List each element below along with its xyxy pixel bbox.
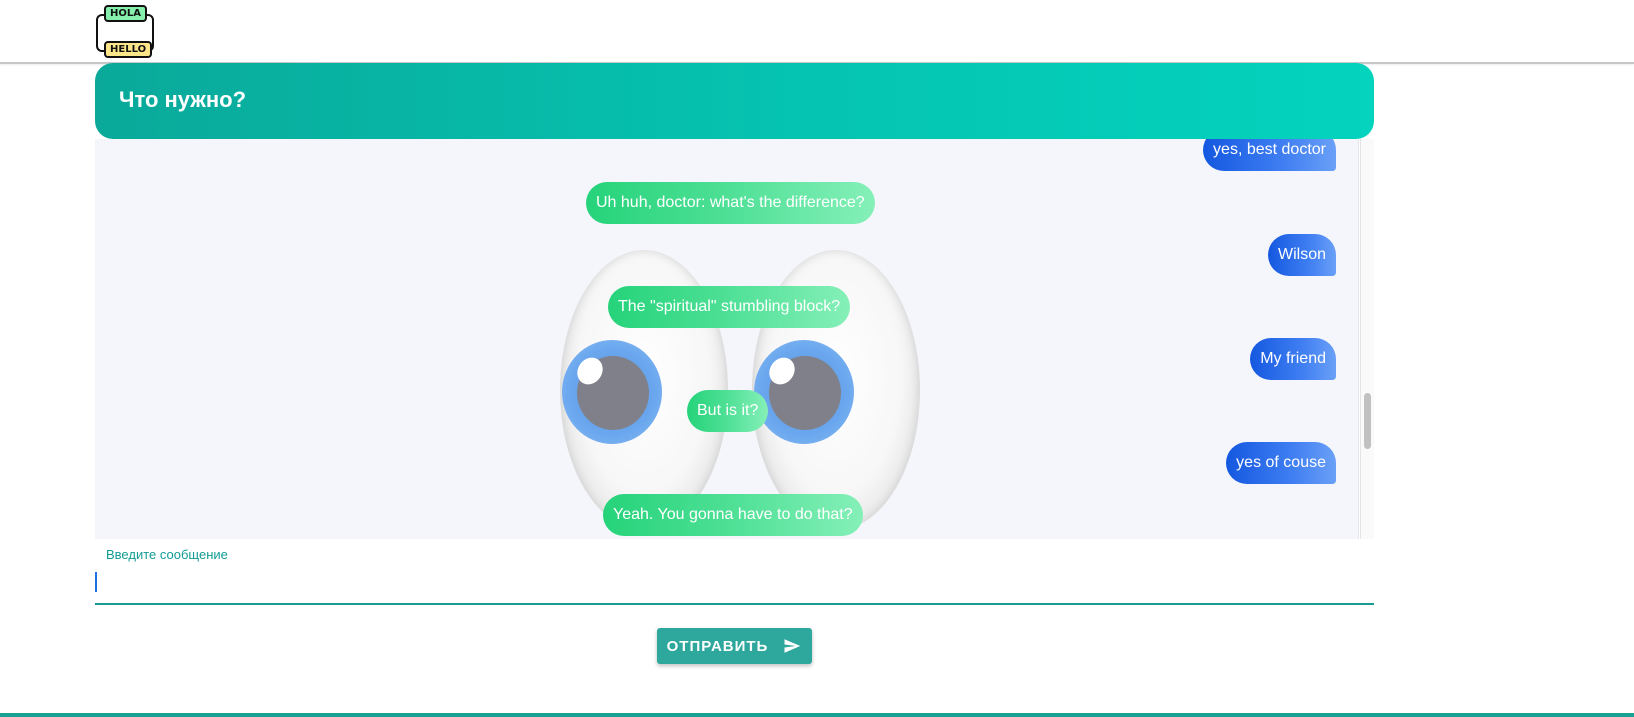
- bottom-accent-bar: [0, 713, 1634, 717]
- chat-messages-area[interactable]: yes, best doctor Uh huh, doctor: what's …: [95, 139, 1359, 539]
- user-message: yes, best doctor: [1203, 139, 1336, 171]
- user-message: Wilson: [1267, 234, 1336, 276]
- logo-hola-tag: HOLA: [104, 5, 147, 22]
- logo-hello-tag: HELLO: [104, 41, 153, 58]
- send-icon: [784, 639, 801, 653]
- user-message: My friend: [1250, 338, 1336, 380]
- left-iris: [562, 340, 662, 444]
- message-input[interactable]: [95, 565, 1374, 605]
- right-iris: [754, 340, 854, 444]
- hola-hello-logo[interactable]: HOLA HELLO: [94, 4, 158, 60]
- message-input-label: Введите сообщение: [106, 547, 228, 562]
- send-button[interactable]: ОТПРАВИТЬ: [657, 628, 812, 664]
- bot-message: The "spiritual" stumbling block?: [608, 286, 851, 328]
- bot-message: Yeah. You gonna have to do that?: [603, 494, 863, 536]
- chat-scrollbar-thumb[interactable]: [1364, 393, 1371, 449]
- send-button-label: ОТПРАВИТЬ: [666, 637, 769, 655]
- user-message: yes of couse: [1226, 442, 1336, 484]
- chat-scrollbar[interactable]: [1360, 139, 1374, 539]
- top-bar: HOLA HELLO: [0, 0, 1634, 64]
- bot-message: Uh huh, doctor: what's the difference?: [586, 182, 875, 224]
- chat-header: Что нужно?: [95, 63, 1374, 139]
- text-caret: [95, 572, 97, 592]
- bot-message: But is it?: [687, 390, 769, 432]
- page-title: Что нужно?: [119, 87, 247, 112]
